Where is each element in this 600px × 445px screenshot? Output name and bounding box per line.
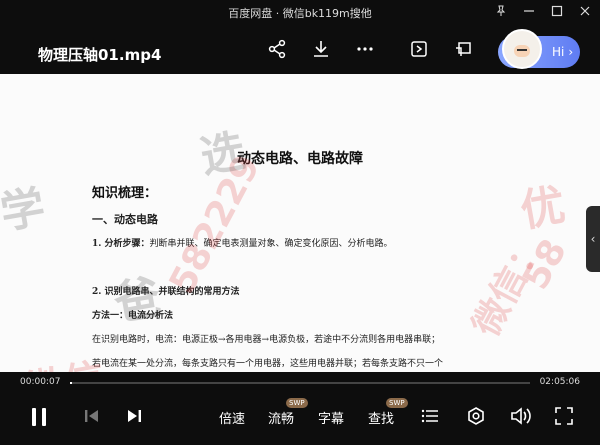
assistant-label: Hi — [552, 45, 565, 59]
next-icon[interactable] — [124, 406, 144, 426]
video-title: 物理压轴01.mp4 — [38, 46, 162, 64]
doc-line-1: 1. 分析步骤：判断串并联、确定电表测量对象、确定变化原因、分析电路。 — [92, 236, 393, 249]
playlist-icon[interactable] — [420, 406, 440, 426]
video-frame[interactable]: 动态电路、电路故障 知识梳理： 一、动态电路 1. 分析步骤：判断串并联、确定电… — [0, 74, 600, 372]
more-icon[interactable] — [354, 38, 376, 60]
chevron-left-icon: ‹ — [590, 232, 596, 246]
watermark-text: 爸 — [110, 269, 165, 331]
screen-capture-icon[interactable] — [408, 38, 430, 60]
progress-bar[interactable] — [70, 382, 530, 384]
share-icon[interactable] — [266, 38, 288, 60]
settings-icon[interactable] — [466, 406, 486, 426]
minimize-icon[interactable] — [522, 4, 536, 18]
swp-badge: SWP — [386, 398, 408, 408]
doc-line-1-label: 1. 分析步骤： — [92, 239, 150, 249]
player-controls: 00:00:07 02:05:06 倍速 流畅 SWP 字幕 查找 SWP — [0, 372, 600, 445]
watermark-text: 学 — [0, 181, 49, 240]
watermark-text: 选 — [196, 125, 249, 184]
download-icon[interactable] — [310, 38, 332, 60]
doc-subheading: 知识梳理： — [92, 186, 158, 201]
subtitle-button[interactable]: 字幕 — [318, 408, 344, 427]
top-bar: 百度网盘 · 微信bk119m搜他 物理压轴01.mp4 Hi › — [0, 0, 600, 74]
side-panel-toggle[interactable]: ‹ — [586, 206, 600, 272]
speed-button[interactable]: 倍速 — [219, 408, 245, 427]
total-time: 02:05:06 — [539, 377, 580, 387]
top-toolbar — [266, 38, 474, 60]
pip-icon[interactable] — [452, 38, 474, 60]
volume-icon[interactable] — [510, 406, 532, 426]
doc-heading: 动态电路、电路故障 — [237, 151, 363, 167]
watermark-text: 优 — [516, 179, 569, 238]
assistant-button[interactable]: Hi › — [498, 29, 580, 69]
quality-button[interactable]: 流畅 — [268, 408, 294, 427]
watermark-text: 微信 — [20, 345, 109, 372]
progress-fill — [70, 382, 72, 384]
pin-icon[interactable] — [494, 4, 508, 18]
window-controls — [494, 4, 592, 18]
swp-badge: SWP — [286, 398, 308, 408]
doc-section-1: 一、动态电路 — [92, 213, 158, 226]
doc-line-5: 若电流在某一处分流，每条支路只有一个用电器，这些用电器并联；若每条支路不只一个 — [92, 359, 444, 369]
doc-line-4: 在识别电路时，电流：电源正极→各用电器→电源负极，若途中不分流则各用电器串联； — [92, 335, 441, 345]
pause-button[interactable] — [28, 406, 50, 428]
current-time: 00:00:07 — [20, 377, 61, 387]
previous-icon[interactable] — [82, 406, 102, 426]
chevron-right-icon: › — [568, 45, 574, 59]
fullscreen-icon[interactable] — [554, 406, 574, 426]
maximize-icon[interactable] — [550, 4, 564, 18]
close-icon[interactable] — [578, 4, 592, 18]
assistant-avatar — [502, 29, 542, 69]
search-button[interactable]: 查找 — [368, 408, 394, 427]
